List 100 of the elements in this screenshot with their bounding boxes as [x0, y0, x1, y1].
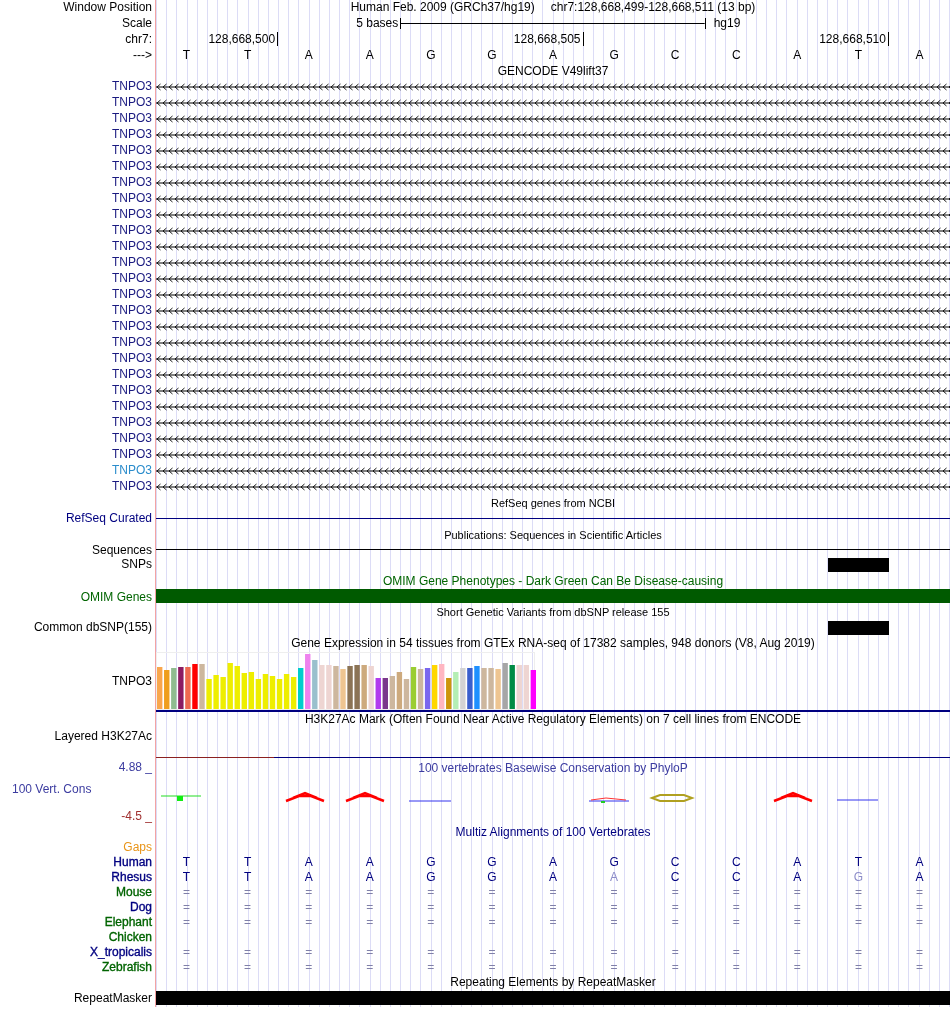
track-label[interactable]: TNPO3 [112, 111, 152, 125]
match-mark: = [548, 960, 558, 975]
match-mark: = [182, 885, 192, 900]
base-letter: G [486, 855, 498, 870]
track-label[interactable]: Mouse [115, 885, 152, 899]
track-label[interactable]: Zebrafish [101, 960, 152, 974]
base-letter: G [486, 870, 498, 885]
match-mark: = [609, 945, 619, 960]
match-mark: = [365, 960, 375, 975]
match-mark: = [792, 960, 802, 975]
track-label[interactable]: TNPO3 [112, 79, 152, 93]
track-label[interactable]: TNPO3 [112, 351, 152, 365]
track-label[interactable]: TNPO3 [112, 127, 152, 141]
track-label[interactable]: OMIM Genes [80, 590, 152, 604]
match-mark: = [853, 915, 863, 930]
match-mark: = [914, 900, 924, 915]
track-label[interactable]: TNPO3 [112, 287, 152, 301]
track-label[interactable]: Chicken [108, 930, 152, 944]
track-label[interactable]: TNPO3 [112, 191, 152, 205]
match-mark: = [853, 945, 863, 960]
base-letter: G [425, 855, 437, 870]
track-label[interactable]: SNPs [121, 557, 152, 571]
match-mark: = [487, 960, 497, 975]
ruler-label: 128,668,500 [208, 32, 279, 47]
track-label[interactable]: TNPO3 [112, 303, 152, 317]
track-label[interactable]: ---> [133, 48, 152, 62]
track-label[interactable]: TNPO3 [112, 367, 152, 381]
track-label[interactable]: Human [113, 855, 152, 869]
track-label[interactable]: TNPO3 [112, 479, 152, 493]
match-mark: = [670, 945, 680, 960]
match-mark: = [365, 885, 375, 900]
track-label[interactable]: TNPO3 [112, 335, 152, 349]
base-letter: G [425, 870, 437, 885]
track-label[interactable]: TNPO3 [112, 223, 152, 237]
track-label[interactable]: TNPO3 [112, 463, 152, 477]
base-letter: A [364, 48, 375, 63]
conservation-line-icon [408, 800, 452, 802]
track-label[interactable]: TNPO3 [112, 271, 152, 285]
match-mark: = [548, 945, 558, 960]
match-mark: = [731, 945, 741, 960]
track-label[interactable]: TNPO3 [112, 319, 152, 333]
track-label[interactable]: TNPO3 [112, 431, 152, 445]
track-label[interactable]: TNPO3 [112, 447, 152, 461]
conservation-peak-icon [772, 792, 814, 803]
track-label[interactable]: TNPO3 [112, 175, 152, 189]
track-label[interactable]: RepeatMasker [73, 991, 152, 1005]
track-label[interactable]: Layered H3K27Ac [54, 729, 152, 743]
track-label[interactable]: TNPO3 [112, 95, 152, 109]
match-mark: = [548, 900, 558, 915]
track-label[interactable]: Dog [130, 900, 152, 914]
match-mark: = [182, 915, 192, 930]
match-mark: = [365, 900, 375, 915]
track-label[interactable]: TNPO3 [112, 207, 152, 221]
track-label[interactable]: TNPO3 [112, 674, 152, 688]
base-letter: A [914, 48, 925, 63]
track-label[interactable]: -4.5 _ [0, 808, 152, 824]
base-letter: A [792, 48, 803, 63]
match-mark: = [304, 900, 314, 915]
feature-block [827, 558, 889, 572]
conservation-mark-drawing [588, 797, 630, 804]
track-label[interactable]: 100 Vert. Cons [0, 782, 152, 797]
track-label[interactable]: chr7: [125, 32, 152, 46]
match-mark: = [731, 900, 741, 915]
track-label[interactable]: Sequences [91, 543, 152, 557]
track-label[interactable]: TNPO3 [112, 399, 152, 413]
scale-text: 5 bases [355, 16, 400, 31]
track-label[interactable]: Rhesus [111, 870, 152, 884]
match-mark: = [182, 945, 192, 960]
match-mark: = [487, 885, 497, 900]
track-label[interactable]: RefSeq Curated [65, 511, 152, 525]
base-letter: T [181, 870, 192, 885]
match-mark: = [365, 945, 375, 960]
match-mark: = [304, 885, 314, 900]
track-label[interactable]: Window Position [63, 0, 152, 14]
track-label[interactable]: Elephant [104, 915, 152, 929]
track-label[interactable]: X_tropicalis [89, 945, 152, 959]
match-mark: = [243, 900, 253, 915]
track-label[interactable]: TNPO3 [112, 383, 152, 397]
match-mark: = [243, 885, 253, 900]
base-letter: A [914, 855, 925, 870]
base-letter: T [181, 48, 192, 63]
track-label[interactable]: 4.88 _ [0, 760, 152, 775]
base-letter: G [852, 870, 865, 885]
track-label[interactable]: Scale [121, 16, 152, 30]
track-label[interactable]: TNPO3 [112, 415, 152, 429]
track-title: Publications: Sequences in Scientific Articles [443, 528, 663, 543]
track-label[interactable]: TNPO3 [112, 159, 152, 173]
base-letter: A [792, 855, 803, 870]
match-mark: = [853, 885, 863, 900]
track-label[interactable]: Common dbSNP(155) [33, 620, 152, 634]
base-letter: G [486, 48, 498, 63]
track-label[interactable]: TNPO3 [112, 143, 152, 157]
base-letter: A [914, 870, 925, 885]
base-letter: T [853, 48, 864, 63]
base-letter: T [242, 855, 253, 870]
track-label[interactable]: TNPO3 [112, 239, 152, 253]
track-label[interactable]: TNPO3 [112, 255, 152, 269]
match-mark: = [853, 900, 863, 915]
assembly-text: Human Feb. 2009 (GRCh37/hg19) [350, 0, 535, 15]
position-text: chr7:128,668,499-128,668,511 (13 bp) [550, 0, 756, 15]
